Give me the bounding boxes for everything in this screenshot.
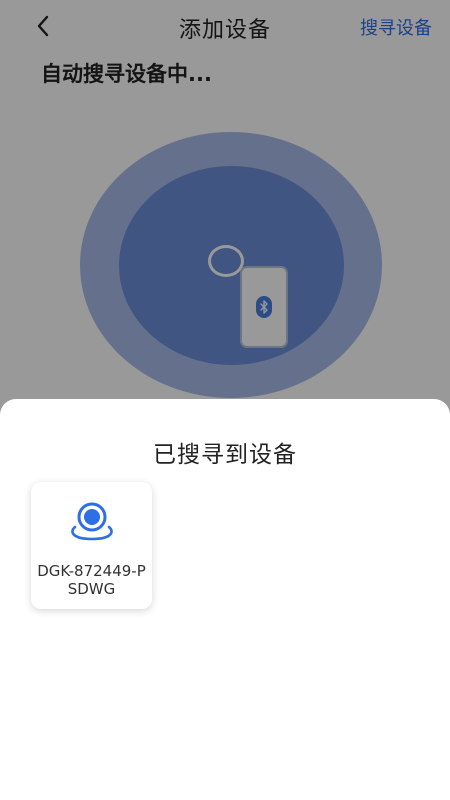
radar-pulse-ring (208, 245, 244, 277)
sheet-title: 已搜寻到设备 (153, 442, 297, 468)
device-name: DGK-872449-PSDWG (37, 562, 146, 598)
camera-icon (71, 502, 113, 541)
found-devices-sheet: 已搜寻到设备 DGK-872449-PSDWG (0, 399, 450, 800)
navigation-bar: 添加设备 搜寻设备 (0, 0, 450, 52)
searching-status-text: 自动搜寻设备中... (41, 62, 212, 86)
bluetooth-icon (260, 300, 268, 314)
device-card[interactable]: DGK-872449-PSDWG (31, 482, 152, 609)
add-device-screen: 添加设备 搜寻设备 自动搜寻设备中... 已搜寻到设备 DGK-872449-P… (0, 0, 450, 800)
phone-illustration (240, 266, 288, 348)
bluetooth-badge (256, 296, 272, 318)
search-devices-button[interactable]: 搜寻设备 (360, 14, 432, 40)
